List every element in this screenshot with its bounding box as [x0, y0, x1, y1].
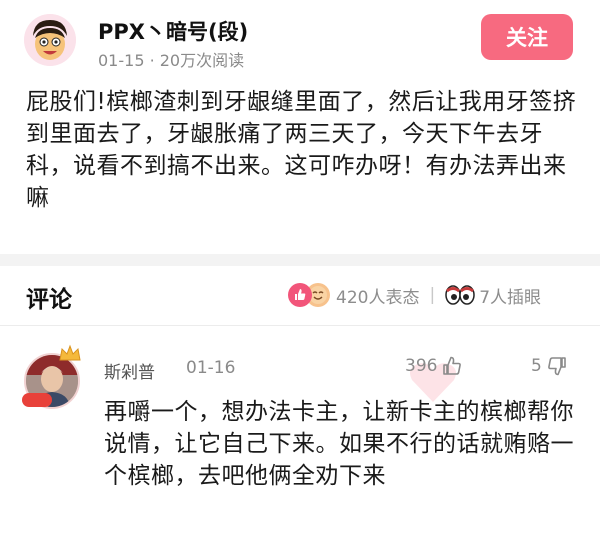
thumbs-down-icon	[547, 357, 566, 376]
follow-button[interactable]: 关注	[481, 14, 573, 60]
like-reaction-icon	[288, 283, 312, 307]
reactions-separator: |	[429, 285, 436, 305]
eyes-icon	[445, 285, 475, 305]
crown-icon	[58, 344, 82, 368]
post-meta: 01-15 · 20万次阅读	[98, 51, 245, 70]
comment-like-count: 396	[405, 356, 438, 376]
post-author-avatar[interactable]	[24, 14, 76, 66]
avatar-badge	[22, 393, 52, 407]
section-divider	[0, 254, 600, 266]
comment-dislike-count: 5	[531, 356, 542, 376]
reactions-bar[interactable]: 420人表态 | 7人插眼	[288, 281, 541, 309]
reaction-count: 420人表态	[336, 287, 420, 308]
stare-count: 7人插眼	[479, 287, 542, 308]
comment-divider	[0, 325, 600, 326]
post-body: 屁股们!槟榔渣刺到牙龈缝里面了，然后让我用牙签挤到里面去了，牙龈胀痛了两三天了，…	[26, 89, 577, 211]
comment-date: 01-16	[186, 358, 236, 378]
comment-dislike-button[interactable]: 5	[531, 355, 568, 377]
comment-author-name[interactable]: 斯剁普	[104, 358, 155, 383]
post-avatar-cartoon-icon	[24, 14, 76, 66]
post-username[interactable]: PPX丶暗号(段)	[98, 16, 248, 46]
comment-body: 再嚼一个，想办法卡主，让新卡主的槟榔帮你说情，让它自己下来。如果不行的话就贿赂一…	[104, 399, 574, 489]
thumbs-up-icon	[443, 356, 462, 375]
comment-like-button[interactable]: 396	[405, 355, 463, 377]
comments-title: 评论	[26, 287, 72, 313]
